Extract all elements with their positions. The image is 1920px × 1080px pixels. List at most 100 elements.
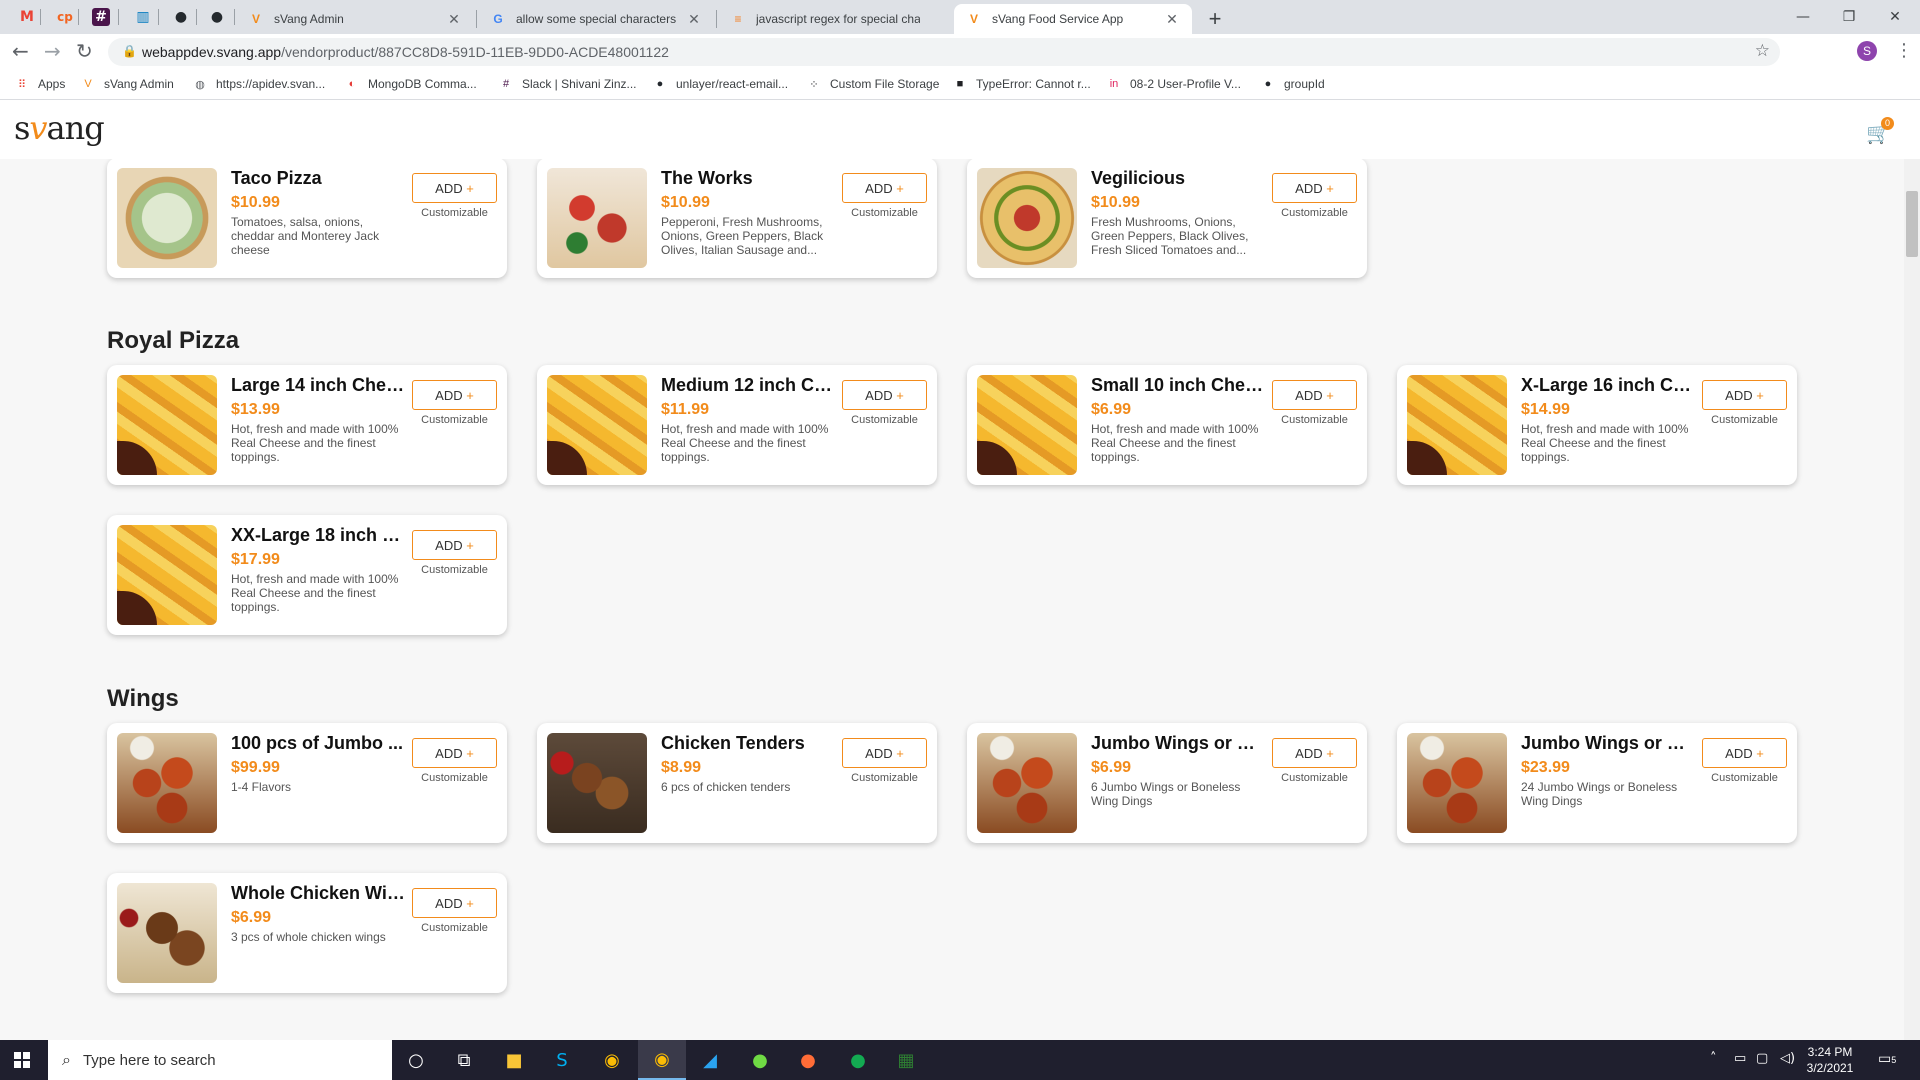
new-tab-button[interactable]: +: [1203, 6, 1227, 32]
taskbar-clock[interactable]: 3:24 PM 3/2/2021: [1800, 1044, 1860, 1076]
bookmark-item[interactable]: ◍ https://apidev.svan...: [192, 76, 325, 92]
bookmark-item[interactable]: ● unlayer/react-email...: [652, 76, 788, 92]
product-image[interactable]: [547, 375, 647, 475]
bookmark-item[interactable]: ■ TypeError: Cannot r...: [952, 76, 1091, 92]
close-tab-icon[interactable]: ✕: [1164, 11, 1180, 28]
cortana-icon[interactable]: ○: [392, 1040, 440, 1080]
product-image[interactable]: [1407, 375, 1507, 475]
restore-button[interactable]: ❐: [1826, 4, 1872, 30]
pinned-tab-slack[interactable]: #: [92, 8, 110, 26]
taskbar-search[interactable]: ⌕ Type here to search: [48, 1040, 392, 1080]
product-card[interactable]: Whole Chicken Win... $6.99 3 pcs of whole …: [107, 873, 507, 993]
bookmark-star-icon[interactable]: ☆: [1755, 41, 1770, 61]
volume-icon[interactable]: ◁): [1780, 1051, 1795, 1066]
chrome-profile-icon[interactable]: ◉: [638, 1040, 686, 1080]
display-icon[interactable]: ▢: [1756, 1051, 1768, 1066]
bookmark-item[interactable]: # Slack | Shivani Zinz...: [498, 76, 637, 92]
product-name[interactable]: 100 pcs of Jumbo ...: [231, 733, 407, 754]
add-to-cart-button[interactable]: ADD +: [412, 888, 497, 918]
product-name[interactable]: The Works: [661, 168, 837, 189]
close-tab-icon[interactable]: ✕: [446, 11, 462, 28]
product-name[interactable]: Small 10 inch Chee...: [1091, 375, 1267, 396]
product-card[interactable]: The Works $10.99 Pepperoni, Fresh Mushroom…: [537, 159, 937, 278]
add-to-cart-button[interactable]: ADD +: [842, 380, 927, 410]
add-to-cart-button[interactable]: ADD +: [842, 738, 927, 768]
product-name[interactable]: Large 14 inch Chee...: [231, 375, 407, 396]
product-image[interactable]: [1407, 733, 1507, 833]
add-to-cart-button[interactable]: ADD +: [1702, 380, 1787, 410]
bookmark-item[interactable]: in 08-2 User-Profile V...: [1106, 76, 1241, 92]
product-image[interactable]: [977, 733, 1077, 833]
product-name[interactable]: Medium 12 inch Ch...: [661, 375, 837, 396]
product-card[interactable]: Large 14 inch Chee... $13.99 Hot, fresh an…: [107, 365, 507, 485]
browser-menu-icon[interactable]: ⋮: [1895, 40, 1913, 61]
product-card[interactable]: Taco Pizza $10.99 Tomatoes, salsa, onions,…: [107, 159, 507, 278]
address-bar[interactable]: 🔒 webappdev.svang.app/vendorproduct/887C…: [108, 38, 1780, 66]
product-card[interactable]: 100 pcs of Jumbo ... $99.99 1-4 Flavors ADD…: [107, 723, 507, 843]
product-card[interactable]: Jumbo Wings or Bo... $6.99 6 Jumbo Wings o…: [967, 723, 1367, 843]
product-name[interactable]: Taco Pizza: [231, 168, 407, 189]
product-name[interactable]: Jumbo Wings or Bo...: [1521, 733, 1697, 754]
product-name[interactable]: XX-Large 18 inch C...: [231, 525, 407, 546]
chrome-icon[interactable]: ◉: [588, 1040, 636, 1080]
show-hidden-icons-icon[interactable]: ˄: [1710, 1051, 1717, 1066]
upwork-icon[interactable]: ●: [736, 1040, 784, 1080]
skype-icon[interactable]: S: [538, 1040, 586, 1080]
forward-icon[interactable]: →: [44, 41, 61, 61]
product-card[interactable]: Medium 12 inch Ch... $11.99 Hot, fresh and…: [537, 365, 937, 485]
scrollbar-thumb[interactable]: [1906, 191, 1918, 257]
pinned-tab-cp[interactable]: cp: [54, 6, 76, 28]
bookmark-item[interactable]: ⠿ Apps: [14, 76, 65, 92]
add-to-cart-button[interactable]: ADD +: [1702, 738, 1787, 768]
product-image[interactable]: [977, 168, 1077, 268]
product-image[interactable]: [117, 525, 217, 625]
product-card[interactable]: Chicken Tenders $8.99 6 pcs of chicken ten…: [537, 723, 937, 843]
svang-logo[interactable]: svang: [14, 109, 105, 147]
product-name[interactable]: Vegilicious: [1091, 168, 1267, 189]
bookmark-item[interactable]: ● groupId: [1260, 76, 1325, 92]
notification-center-icon[interactable]: ▭5: [1878, 1050, 1900, 1070]
add-to-cart-button[interactable]: ADD +: [412, 173, 497, 203]
url-text[interactable]: webappdev.svang.app/vendorproduct/887CC8…: [142, 44, 669, 60]
reload-icon[interactable]: ↻: [76, 41, 93, 61]
product-image[interactable]: [547, 733, 647, 833]
product-name[interactable]: X-Large 16 inch Ch...: [1521, 375, 1697, 396]
add-to-cart-button[interactable]: ADD +: [1272, 173, 1357, 203]
add-to-cart-button[interactable]: ADD +: [412, 380, 497, 410]
product-card[interactable]: X-Large 16 inch Ch... $14.99 Hot, fresh an…: [1397, 365, 1797, 485]
tab-svang-food-service[interactable]: V sVang Food Service App ✕: [954, 4, 1192, 34]
product-card[interactable]: Vegilicious $10.99 Fresh Mushrooms, Onions…: [967, 159, 1367, 278]
pinned-tab-github-2[interactable]: ●: [206, 6, 228, 28]
product-image[interactable]: [977, 375, 1077, 475]
back-icon[interactable]: ←: [12, 41, 29, 61]
tab-google-search[interactable]: G allow some special characters regex ✕: [478, 4, 714, 34]
tab-stackoverflow[interactable]: ≡ javascript regex for special chara ✕: [718, 4, 954, 34]
pinned-tab-trello[interactable]: ▥: [132, 6, 154, 28]
file-explorer-icon[interactable]: ■: [490, 1040, 538, 1080]
product-image[interactable]: [117, 883, 217, 983]
product-name[interactable]: Jumbo Wings or Bo...: [1091, 733, 1267, 754]
product-card[interactable]: Jumbo Wings or Bo... $23.99 24 Jumbo Wings…: [1397, 723, 1797, 843]
product-card[interactable]: XX-Large 18 inch C... $17.99 Hot, fresh an…: [107, 515, 507, 635]
bookmark-item[interactable]: ◐ MongoDB Comma...: [344, 76, 477, 92]
add-to-cart-button[interactable]: ADD +: [1272, 380, 1357, 410]
spreadsheet-icon[interactable]: ▦: [882, 1040, 930, 1080]
close-tab-icon[interactable]: ✕: [686, 11, 702, 28]
pinned-tab-gmail[interactable]: M: [16, 6, 38, 28]
add-to-cart-button[interactable]: ADD +: [412, 530, 497, 560]
minimize-button[interactable]: —: [1780, 4, 1826, 30]
add-to-cart-button[interactable]: ADD +: [412, 738, 497, 768]
bookmark-item[interactable]: ⁘ Custom File Storage: [806, 76, 939, 92]
product-image[interactable]: [547, 168, 647, 268]
vscode-icon[interactable]: ◢: [686, 1040, 734, 1080]
network-icon[interactable]: ▭: [1734, 1051, 1746, 1066]
close-window-button[interactable]: ✕: [1872, 4, 1918, 30]
mongodb-compass-icon[interactable]: ●: [834, 1040, 882, 1080]
windows-start-icon[interactable]: [14, 1052, 30, 1068]
product-card[interactable]: Small 10 inch Chee... $6.99 Hot, fresh and…: [967, 365, 1367, 485]
product-image[interactable]: [117, 733, 217, 833]
add-to-cart-button[interactable]: ADD +: [842, 173, 927, 203]
add-to-cart-button[interactable]: ADD +: [1272, 738, 1357, 768]
task-view-icon[interactable]: ⧉: [440, 1040, 488, 1080]
pinned-tab-github[interactable]: ●: [170, 6, 192, 28]
